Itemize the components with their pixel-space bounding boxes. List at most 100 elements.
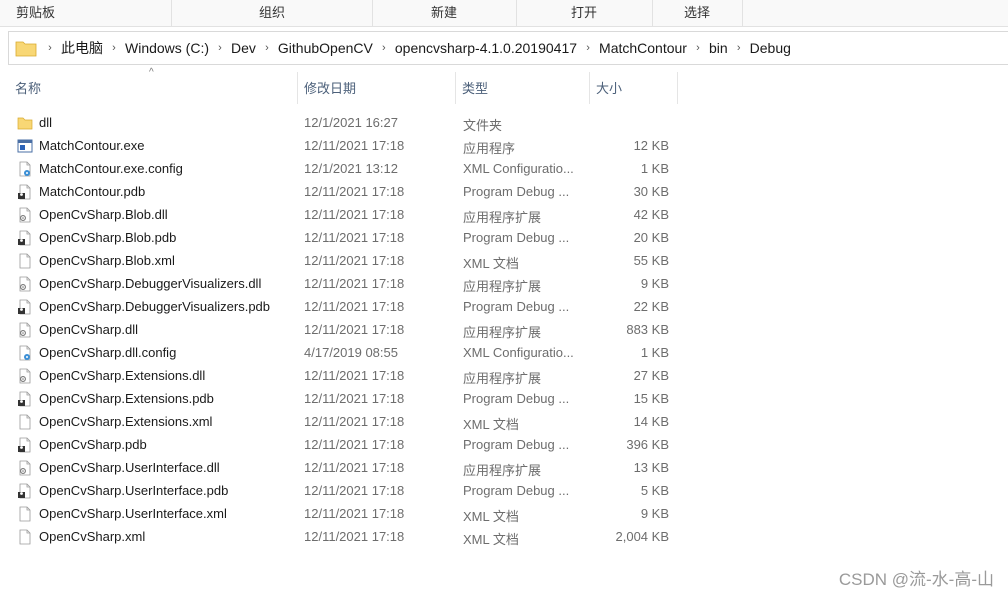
column-divider[interactable] [677, 72, 678, 104]
pdb-icon [18, 437, 31, 453]
file-type: Program Debug ... [463, 230, 570, 245]
file-row[interactable]: OpenCvSharp.xml 12/11/2021 17:18 XML 文档 2,0… [0, 525, 700, 548]
breadcrumb-item[interactable]: MatchContour [597, 40, 689, 56]
file-row[interactable]: OpenCvSharp.pdb 12/11/2021 17:18 Program D… [0, 433, 700, 456]
file-name: OpenCvSharp.UserInterface.xml [39, 506, 227, 521]
file-row[interactable]: dll 12/1/2021 16:27 文件夹 [0, 111, 700, 134]
file-row[interactable]: OpenCvSharp.UserInterface.dll 12/11/2021 … [0, 456, 700, 479]
column-header-name[interactable]: 名称 [15, 72, 41, 104]
chevron-right-icon[interactable]: › [375, 42, 393, 54]
file-name: OpenCvSharp.Extensions.dll [39, 368, 206, 383]
file-size: 20 KB [633, 230, 669, 245]
dll-icon [19, 276, 31, 292]
file-type: 应用程序扩展 [463, 325, 542, 340]
breadcrumb: › 此电脑 › Windows (C:) › Dev › GithubOpenCV › openc… [9, 32, 793, 64]
file-date: 12/11/2021 17:18 [304, 276, 405, 291]
config-icon [19, 345, 31, 361]
column-header-size[interactable]: 大小 [596, 72, 622, 104]
chevron-right-icon[interactable]: › [211, 42, 229, 54]
ribbon-group-labels: 剪贴板 组织 新建 打开 选择 [0, 0, 1008, 27]
file-row[interactable]: MatchContour.exe 12/11/2021 17:18 应用程序 12 K… [0, 134, 700, 157]
file-type: XML Configuratio... [463, 161, 574, 176]
file-row[interactable]: MatchContour.exe.config 12/1/2021 13:12 XM… [0, 157, 700, 180]
file-name: OpenCvSharp.pdb [39, 437, 147, 452]
file-row[interactable]: MatchContour.pdb 12/11/2021 17:18 Program … [0, 180, 700, 203]
file-type: Program Debug ... [463, 299, 570, 314]
file-type: 应用程序扩展 [463, 371, 542, 386]
file-row[interactable]: OpenCvSharp.Blob.dll 12/11/2021 17:18 应用程序… [0, 203, 700, 226]
file-name: OpenCvSharp.dll [39, 322, 138, 337]
file-date: 12/11/2021 17:18 [304, 230, 405, 245]
xml-icon [19, 253, 31, 269]
file-name: MatchContour.exe [39, 138, 145, 153]
file-type: XML 文档 [463, 509, 519, 524]
file-name: OpenCvSharp.Extensions.xml [39, 414, 213, 429]
column-header-type[interactable]: 类型 [462, 72, 488, 104]
dll-icon [19, 322, 31, 338]
file-date: 12/1/2021 13:12 [304, 161, 398, 176]
file-date: 12/11/2021 17:18 [304, 322, 405, 337]
folder-icon [17, 117, 33, 130]
file-date: 12/11/2021 17:18 [304, 299, 405, 314]
breadcrumb-item[interactable]: Dev [229, 40, 258, 56]
file-row[interactable]: OpenCvSharp.Extensions.pdb 12/11/2021 17:… [0, 387, 700, 410]
chevron-right-icon[interactable]: › [579, 42, 597, 54]
column-divider[interactable] [455, 72, 456, 104]
ribbon-open-label: 打开 [570, 5, 597, 20]
pdb-icon [18, 299, 31, 315]
file-type: XML Configuratio... [463, 345, 574, 360]
breadcrumb-item[interactable]: Windows (C:) [123, 40, 211, 56]
breadcrumb-item[interactable]: 此电脑 [59, 38, 105, 58]
column-header-date[interactable]: 修改日期 [304, 72, 356, 104]
file-row[interactable]: OpenCvSharp.DebuggerVisualizers.dll 12/11… [0, 272, 700, 295]
file-type: XML 文档 [463, 532, 519, 547]
file-row[interactable]: OpenCvSharp.Blob.pdb 12/11/2021 17:18 Prog… [0, 226, 700, 249]
file-size: 2,004 KB [615, 529, 670, 544]
chevron-right-icon[interactable]: › [41, 42, 59, 54]
file-date: 12/11/2021 17:18 [304, 391, 405, 406]
chevron-right-icon[interactable]: › [689, 42, 707, 54]
xml-icon [19, 529, 31, 545]
file-row[interactable]: OpenCvSharp.UserInterface.pdb 12/11/2021 … [0, 479, 700, 502]
breadcrumb-item[interactable]: GithubOpenCV [276, 40, 375, 56]
dll-icon [19, 368, 31, 384]
ribbon-group-organize: 组织 [172, 0, 373, 26]
file-row[interactable]: OpenCvSharp.Blob.xml 12/11/2021 17:18 XML … [0, 249, 700, 272]
file-date: 12/11/2021 17:18 [304, 437, 405, 452]
file-date: 12/11/2021 17:18 [304, 414, 405, 429]
chevron-right-icon[interactable]: › [258, 42, 276, 54]
chevron-right-icon[interactable]: › [105, 42, 123, 54]
column-divider[interactable] [297, 72, 298, 104]
ribbon-new-label: 新建 [430, 5, 457, 20]
file-type: XML 文档 [463, 256, 519, 271]
column-divider[interactable] [589, 72, 590, 104]
file-name: OpenCvSharp.DebuggerVisualizers.dll [39, 276, 262, 291]
file-row[interactable]: OpenCvSharp.Extensions.dll 12/11/2021 17:… [0, 364, 700, 387]
file-size: 55 KB [633, 253, 669, 268]
file-date: 12/11/2021 17:18 [304, 138, 405, 153]
file-row[interactable]: OpenCvSharp.DebuggerVisualizers.pdb 12/11… [0, 295, 700, 318]
file-name: OpenCvSharp.Blob.pdb [39, 230, 177, 245]
config-icon [19, 161, 31, 177]
file-type: XML 文档 [463, 417, 519, 432]
file-row[interactable]: OpenCvSharp.UserInterface.xml 12/11/2021 … [0, 502, 700, 525]
file-row[interactable]: OpenCvSharp.dll 12/11/2021 17:18 应用程序扩展 883… [0, 318, 700, 341]
breadcrumb-item[interactable]: bin [707, 40, 730, 56]
file-row[interactable]: OpenCvSharp.dll.config 4/17/2019 08:55 XML… [0, 341, 700, 364]
chevron-right-icon[interactable]: › [730, 42, 748, 54]
breadcrumb-item[interactable]: Debug [748, 40, 793, 56]
file-size: 13 KB [633, 460, 669, 475]
pdb-icon [18, 391, 31, 407]
file-size: 30 KB [633, 184, 669, 199]
ribbon-group-open: 打开 [516, 0, 653, 26]
file-date: 12/1/2021 16:27 [304, 115, 398, 130]
file-type: 应用程序扩展 [463, 210, 542, 225]
file-size: 396 KB [626, 437, 669, 452]
file-row[interactable]: OpenCvSharp.Extensions.xml 12/11/2021 17:… [0, 410, 700, 433]
file-size: 12 KB [633, 138, 669, 153]
dll-icon [19, 207, 31, 223]
breadcrumb-item[interactable]: opencvsharp-4.1.0.20190417 [393, 40, 579, 56]
address-bar[interactable]: › 此电脑 › Windows (C:) › Dev › GithubOpenCV › openc… [8, 31, 1008, 65]
file-name: OpenCvSharp.UserInterface.pdb [39, 483, 229, 498]
file-date: 12/11/2021 17:18 [304, 368, 405, 383]
